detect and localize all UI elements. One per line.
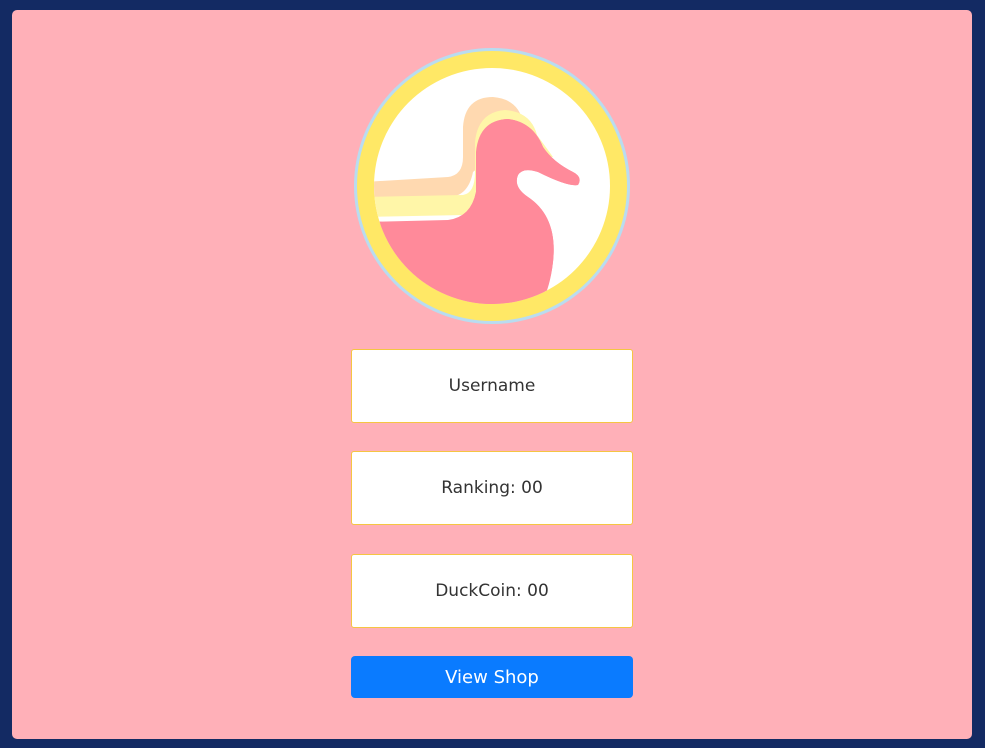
duckcoin-text: DuckCoin: 00: [435, 581, 549, 601]
ranking-box: Ranking: 00: [351, 451, 633, 525]
username-box: Username: [351, 349, 633, 423]
username-text: Username: [448, 376, 536, 396]
duckcoin-box: DuckCoin: 00: [351, 554, 633, 628]
duck-logo-icon: [353, 47, 631, 325]
profile-panel: Username Ranking: 00 DuckCoin: 00 View S…: [12, 10, 972, 739]
view-shop-button[interactable]: View Shop: [351, 656, 633, 698]
ranking-text: Ranking: 00: [441, 478, 543, 498]
